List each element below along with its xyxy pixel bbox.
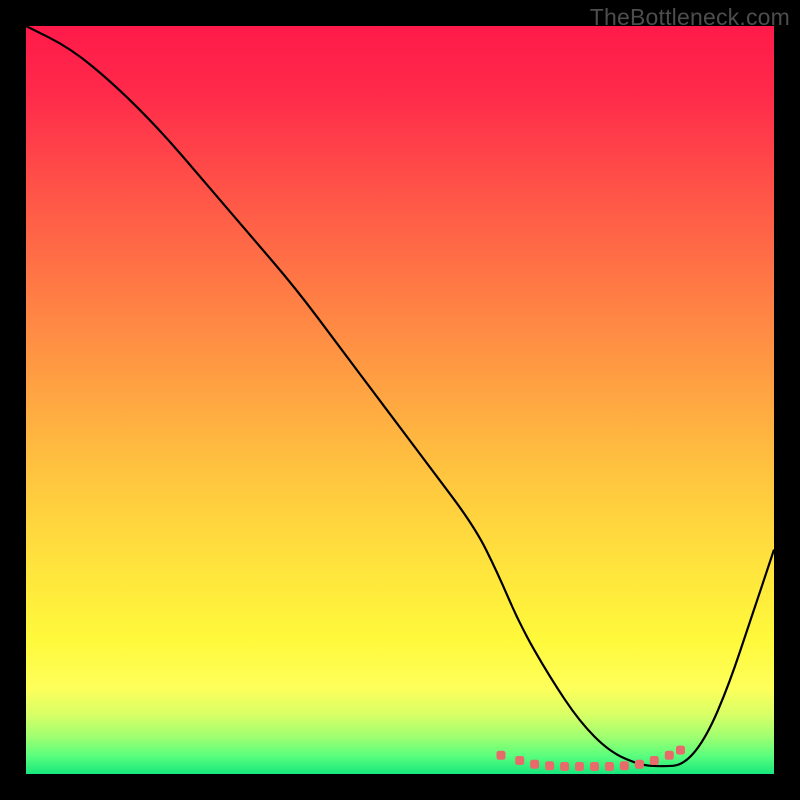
bottleneck-curve xyxy=(26,26,774,774)
optimal-marker xyxy=(560,762,569,771)
optimal-marker xyxy=(635,760,644,769)
optimal-marker xyxy=(620,761,629,770)
chart-frame: TheBottleneck.com xyxy=(0,0,800,800)
optimal-marker xyxy=(545,761,554,770)
optimal-marker xyxy=(676,746,685,755)
optimal-marker xyxy=(530,760,539,769)
optimal-marker xyxy=(590,762,599,771)
optimal-marker xyxy=(665,751,674,760)
watermark-text: TheBottleneck.com xyxy=(590,4,790,31)
optimal-marker xyxy=(650,756,659,765)
optimal-marker xyxy=(515,756,524,765)
optimal-marker xyxy=(497,751,506,760)
optimal-marker xyxy=(605,762,614,771)
plot-area xyxy=(26,26,774,774)
optimal-marker xyxy=(575,762,584,771)
